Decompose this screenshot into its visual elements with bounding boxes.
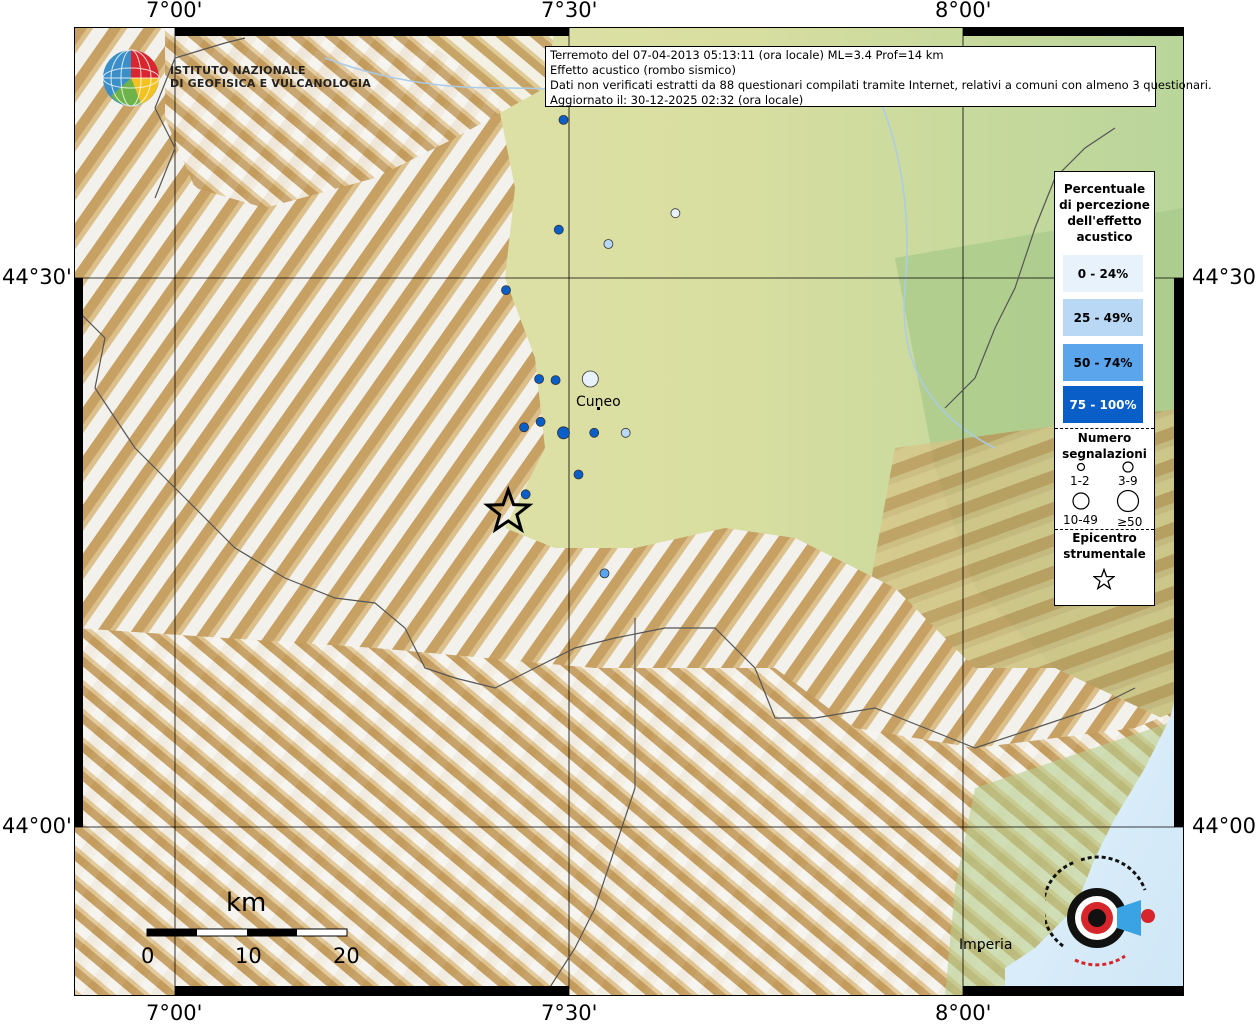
legend-epicenter-title: Epicentro strumentale <box>1055 530 1154 562</box>
right-lat-label-2: 44°00' <box>1192 814 1257 838</box>
legend-class-25-49: 25 - 49% <box>1063 299 1143 336</box>
event-title: Terremoto del 07-04-2013 05:13:11 (ora l… <box>550 48 944 62</box>
legend-class-0-24: 0 - 24% <box>1063 255 1143 292</box>
map-area[interactable] <box>75 28 1183 995</box>
legend-star-icon <box>1093 568 1115 590</box>
top-tick-bar-1 <box>175 27 569 36</box>
observation-marker[interactable] <box>599 568 610 579</box>
observation-marker[interactable] <box>501 285 511 296</box>
legend-title-line-4: acustico <box>1076 230 1133 244</box>
observation-marker[interactable] <box>550 375 561 386</box>
right-tick-bar <box>1174 278 1183 827</box>
count-title-line-1: Numero <box>1077 431 1132 445</box>
observation-marker[interactable] <box>534 374 545 384</box>
left-tick-bar <box>74 278 83 827</box>
relief-map <box>75 28 1183 995</box>
observation-marker[interactable] <box>557 426 570 440</box>
legend-panel: Percentuale di percezione dell'effetto a… <box>1054 171 1155 606</box>
count-label-3-9: 3-9 <box>1118 474 1138 488</box>
ingv-logo-text: ISTITUTO NAZIONALE DI GEOFISICA E VULCAN… <box>170 64 371 90</box>
city-marker-imperia <box>978 949 981 952</box>
right-lat-label-1: 44°30' <box>1192 265 1257 289</box>
bottom-tick-bar-2 <box>963 986 1183 995</box>
bottom-lon-label-2: 7°30' <box>541 1001 598 1025</box>
observation-marker[interactable] <box>520 489 531 500</box>
count-symbols <box>1072 461 1140 513</box>
ingv-globe-logo <box>102 49 160 107</box>
legend-class-75-100: 75 - 100% <box>1063 386 1143 423</box>
scale-bar <box>146 928 348 937</box>
haisentito-logo <box>1045 855 1155 967</box>
observation-marker[interactable] <box>553 224 564 235</box>
observation-marker[interactable] <box>535 416 546 427</box>
event-info-box: Terremoto del 07-04-2013 05:13:11 (ora l… <box>545 46 1212 107</box>
effect-type: Effetto acustico (rombo sismico) <box>550 63 736 77</box>
epicenter-title-line-2: strumentale <box>1063 547 1146 561</box>
top-lon-label-1: 7°00' <box>146 0 203 22</box>
bottom-lon-label-3: 8°00' <box>935 1001 992 1025</box>
count-label-50plus: ≥50 <box>1117 515 1143 529</box>
top-lon-label-2: 7°30' <box>541 0 598 22</box>
legend-title-line-2: di percezione <box>1059 198 1150 212</box>
observation-marker[interactable] <box>573 469 584 480</box>
data-source-note: Dati non verificati estratti da 88 quest… <box>550 78 1212 92</box>
observation-marker[interactable] <box>603 239 614 249</box>
updated-timestamp: Aggiornato il: 30-12-2025 02:32 (ora loc… <box>550 93 804 107</box>
observation-marker[interactable] <box>581 370 599 388</box>
top-lon-label-3: 8°00' <box>935 0 992 22</box>
scale-label-10: 10 <box>235 944 262 968</box>
top-tick-bar-2 <box>963 27 1183 36</box>
legend-separator-1 <box>1055 428 1154 429</box>
bottom-tick-bar-1 <box>175 986 569 995</box>
legend-title-line-1: Percentuale <box>1063 182 1146 196</box>
scale-bar-title: km <box>226 888 267 918</box>
count-label-10-49: 10-49 <box>1063 513 1098 527</box>
count-label-1-2: 1-2 <box>1070 474 1090 488</box>
bottom-lon-label-1: 7°00' <box>146 1001 203 1025</box>
scale-label-20: 20 <box>333 944 360 968</box>
logo-line-1: ISTITUTO NAZIONALE <box>170 64 306 77</box>
observation-marker[interactable] <box>558 115 569 125</box>
city-label-imperia: Imperia <box>959 937 1013 953</box>
logo-line-2: DI GEOFISICA E VULCANOLOGIA <box>170 77 371 90</box>
legend-class-50-74: 50 - 74% <box>1063 344 1143 381</box>
city-marker-cuneo <box>597 407 600 410</box>
legend-title-line-3: dell'effetto <box>1067 214 1142 228</box>
observation-marker[interactable] <box>620 427 631 438</box>
observation-marker[interactable] <box>589 427 600 438</box>
left-lat-label-1: 44°30' <box>2 265 72 289</box>
left-lat-label-2: 44°00' <box>2 814 72 838</box>
observation-marker[interactable] <box>519 422 530 433</box>
scale-label-0: 0 <box>141 944 155 968</box>
epicenter-title-line-1: Epicentro <box>1072 531 1137 545</box>
observation-marker[interactable] <box>670 208 681 219</box>
legend-title: Percentuale di percezione dell'effetto a… <box>1055 181 1154 245</box>
